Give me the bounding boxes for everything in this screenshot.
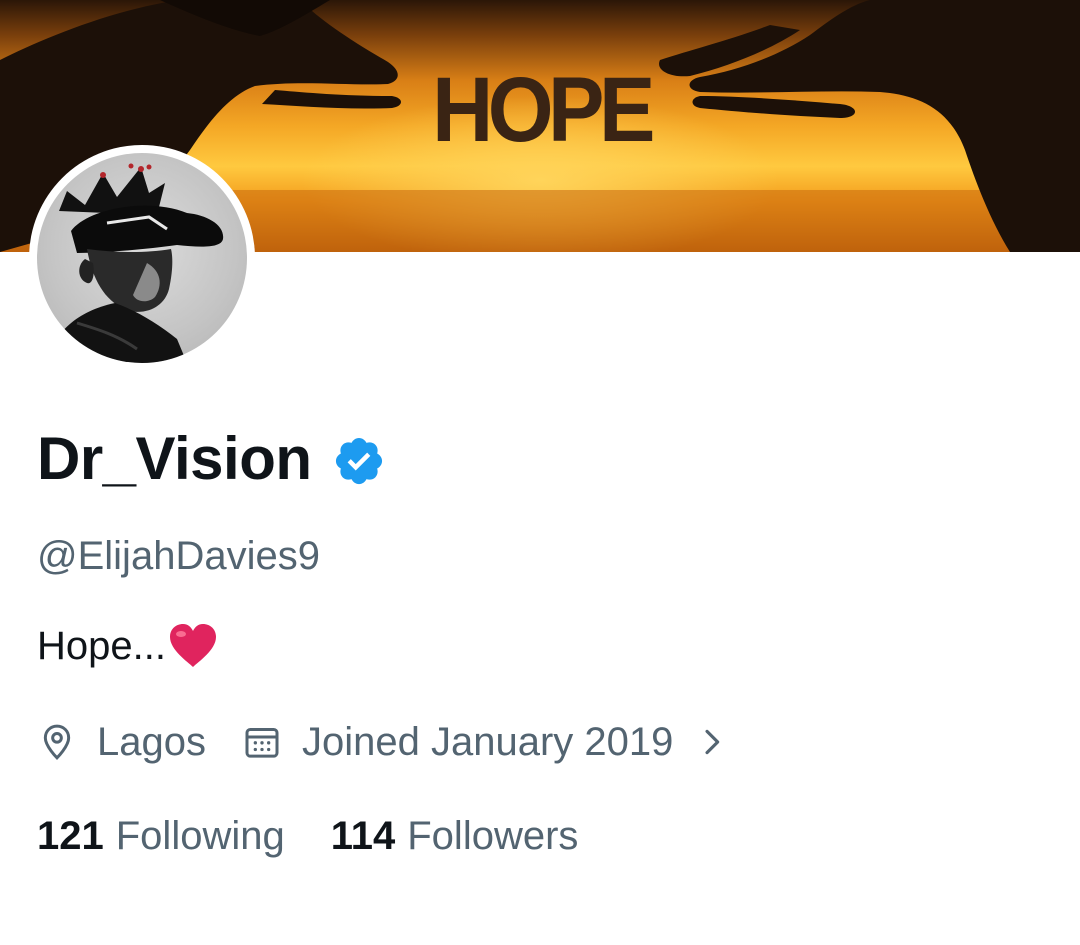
display-name-row: Dr_Vision — [37, 424, 386, 494]
join-date[interactable]: Joined January 2019 — [242, 712, 729, 772]
display-name: Dr_Vision — [37, 425, 312, 492]
calendar-icon — [245, 728, 279, 758]
location-text: Lagos — [97, 720, 206, 764]
user-handle: @ElijahDavies9 — [37, 534, 320, 578]
bio-text: Hope... — [37, 624, 166, 668]
banner-hope-text: HOPE — [432, 59, 655, 161]
join-date-text: Joined January 2019 — [301, 720, 674, 764]
following-link[interactable]: 121 Following — [37, 808, 285, 864]
profile-stats: 121 Following 114 Followers — [37, 808, 578, 864]
red-heart-emoji — [169, 624, 216, 667]
followers-count: 114 — [330, 814, 396, 858]
followers-label: Followers — [407, 814, 579, 858]
avatar-image — [37, 153, 247, 363]
profile-meta: Lagos Joined January 2019 — [37, 712, 729, 772]
avatar[interactable] — [29, 145, 255, 371]
bio: Hope... — [37, 620, 218, 672]
verified-badge-icon[interactable] — [332, 434, 386, 488]
location: Lagos — [37, 712, 206, 772]
followers-link[interactable]: 114 Followers — [331, 808, 579, 864]
following-label: Following — [115, 814, 285, 858]
location-pin-icon — [43, 724, 71, 760]
chevron-right-icon[interactable] — [695, 725, 729, 759]
following-count: 121 — [37, 814, 104, 858]
